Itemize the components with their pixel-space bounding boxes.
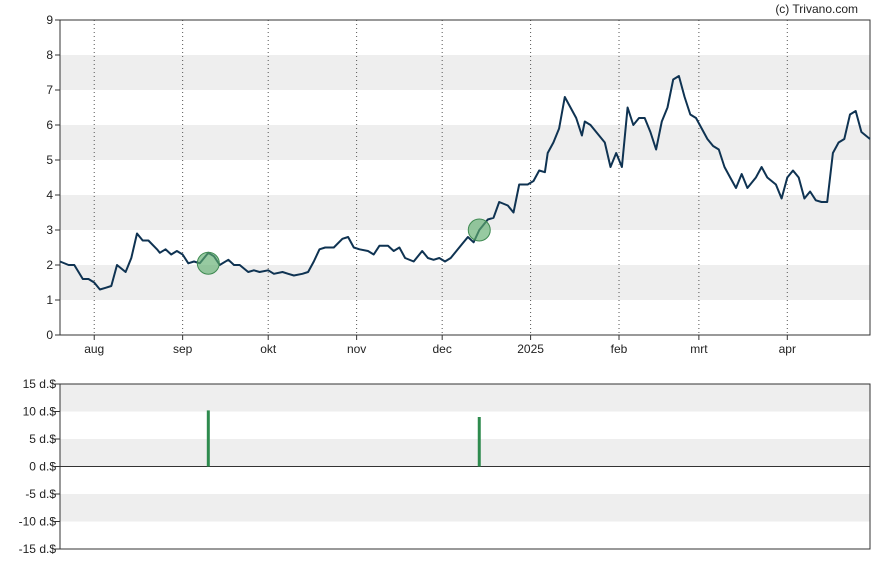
y-tick-label: -15 d.$ bbox=[19, 542, 57, 556]
x-tick-label: nov bbox=[347, 342, 366, 356]
y-tick-label: -10 d.$ bbox=[19, 515, 57, 529]
y-tick-label: 2 bbox=[46, 258, 53, 272]
y-tick-label: 6 bbox=[46, 118, 53, 132]
y-tick-label: 3 bbox=[46, 223, 53, 237]
volume-band bbox=[60, 439, 870, 467]
y-tick-label: 7 bbox=[46, 83, 53, 97]
price-panel: aug sep okt nov dec 2025 feb mrt apr 0 1 2 3 4 5 6 7 8 9 bbox=[46, 13, 871, 356]
x-tick-label: dec bbox=[433, 342, 452, 356]
x-tick-label: okt bbox=[260, 342, 277, 356]
y-tick-label: 1 bbox=[46, 293, 53, 307]
chart-root: (c) Trivano.com aug sep okt nov dec 2025 feb mr… bbox=[0, 0, 888, 565]
y-tick-label: 5 d.$ bbox=[29, 432, 56, 446]
volume-bar bbox=[206, 410, 210, 467]
x-tick-label: aug bbox=[84, 342, 104, 356]
y-tick-label: 0 bbox=[46, 328, 53, 342]
y-tick-label: 5 bbox=[46, 153, 53, 167]
trade-marker bbox=[196, 251, 220, 275]
price-band bbox=[60, 55, 870, 90]
chart-svg: aug sep okt nov dec 2025 feb mrt apr 0 1 2 3 4 5 6 7 8 9 1… bbox=[19, 13, 871, 556]
price-band bbox=[60, 265, 870, 300]
x-tick-label: apr bbox=[779, 342, 796, 356]
trade-marker bbox=[467, 218, 491, 242]
volume-bar bbox=[477, 417, 481, 467]
volume-band bbox=[60, 494, 870, 522]
x-tick-label: 2025 bbox=[517, 342, 544, 356]
price-line bbox=[59, 75, 871, 291]
y-tick-label: -5 d.$ bbox=[25, 487, 56, 501]
y-tick-label: 9 bbox=[46, 13, 53, 27]
credit-label: (c) Trivano.com bbox=[775, 2, 858, 16]
y-tick-label: 4 bbox=[46, 188, 53, 202]
x-tick-label: mrt bbox=[690, 342, 708, 356]
y-tick-label: 8 bbox=[46, 48, 53, 62]
y-tick-label: 10 d.$ bbox=[23, 405, 57, 419]
volume-band bbox=[60, 384, 870, 412]
x-tick-label: feb bbox=[611, 342, 628, 356]
y-tick-label: 15 d.$ bbox=[23, 377, 57, 391]
price-band bbox=[60, 125, 870, 160]
y-tick-label: 0 d.$ bbox=[29, 460, 56, 474]
volume-panel: 15 d.$ 10 d.$ 5 d.$ 0 d.$ -5 d.$ -10 d.$ -15 d… bbox=[19, 377, 871, 556]
price-band bbox=[60, 195, 870, 230]
x-tick-label: sep bbox=[173, 342, 193, 356]
